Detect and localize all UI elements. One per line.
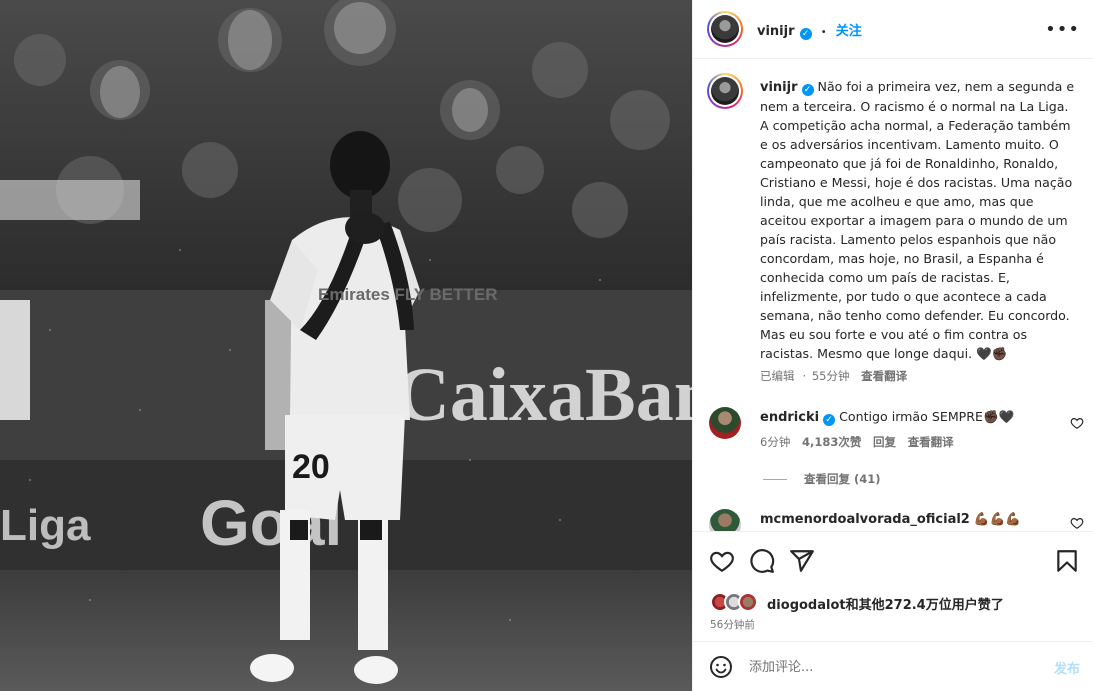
header-separator: • — [820, 27, 827, 38]
more-options-icon[interactable]: ••• — [1045, 19, 1080, 40]
commenter-username[interactable]: endricki — [760, 410, 819, 425]
verified-badge-icon: ✓ — [801, 84, 814, 96]
comment-input[interactable] — [749, 655, 1029, 679]
verified-badge-icon: ✓ — [799, 28, 812, 40]
author-avatar[interactable] — [707, 11, 743, 47]
commenter-avatar[interactable] — [709, 407, 741, 439]
heart-icon[interactable] — [709, 548, 735, 574]
comment-icon[interactable] — [749, 548, 775, 574]
header-username[interactable]: vinijr — [757, 24, 795, 39]
comment-text: 💪🏾💪🏾💪🏾 — [973, 511, 1021, 526]
comment-like-heart-icon[interactable] — [1070, 416, 1084, 430]
emoji-icon[interactable] — [709, 655, 733, 679]
post-header: vinijr ✓ • 关注 ••• — [693, 0, 1093, 59]
jersey-sponsor: Emirates FLY BETTER — [318, 285, 498, 304]
share-icon[interactable] — [789, 548, 815, 574]
banner-caixabank: CaixaBank — [395, 353, 692, 437]
post-detail-panel: vinijr ✓ • 关注 ••• vinijr ✓ Não foi a pri… — [692, 0, 1093, 691]
liker-avatar — [738, 592, 758, 612]
caption-text: Não foi a primeira vez, nem a segunda e … — [760, 79, 1075, 361]
post-comment-button[interactable]: 发布 — [1054, 658, 1080, 677]
commenter-username[interactable]: mcmenordoalvorada_oficial2 — [760, 512, 970, 527]
replies-divider — [763, 479, 787, 480]
post-photo: CaixaBank Liga Goal Emirates FLY BETTER … — [0, 0, 692, 691]
post-time[interactable]: 56分钟前 — [710, 617, 755, 632]
caption-translate-link[interactable]: 查看翻译 — [861, 369, 907, 383]
add-comment-bar: 发布 — [693, 641, 1093, 691]
verified-badge-icon: ✓ — [823, 414, 836, 426]
photo-illustration: CaixaBank Liga Goal Emirates FLY BETTER … — [0, 0, 692, 691]
likes-text[interactable]: diogodalot和其他272.4万位用户赞了 — [767, 594, 1004, 613]
banner-liga: Liga — [0, 501, 91, 550]
view-replies-button[interactable]: 查看回复 (41) — [804, 471, 881, 487]
caption-edited: 已编辑 — [760, 369, 795, 383]
comment-like-count[interactable]: 4,183次赞 — [802, 435, 861, 449]
caption-author-avatar[interactable] — [707, 73, 743, 109]
caption-block: vinijr ✓ Não foi a primeira vez, nem a s… — [760, 79, 1075, 383]
comments-scroll-area[interactable]: vinijr ✓ Não foi a primeira vez, nem a s… — [693, 60, 1093, 531]
follow-button[interactable]: 关注 — [836, 24, 862, 39]
commenter-avatar[interactable] — [709, 509, 741, 531]
caption-time[interactable]: 55分钟 — [812, 369, 850, 383]
shorts-number: 20 — [292, 448, 330, 486]
comment-like-heart-icon[interactable] — [1070, 516, 1084, 530]
comment-time[interactable]: 6分钟 — [760, 435, 790, 449]
caption-username[interactable]: vinijr — [760, 80, 798, 95]
post-actions: diogodalot和其他272.4万位用户赞了 56分钟前 — [693, 531, 1093, 641]
comment-text: Contigo irmão SEMPRE✊🏿🖤 — [839, 409, 1015, 424]
bookmark-icon[interactable] — [1054, 548, 1080, 574]
comment-reply-button[interactable]: 回复 — [873, 435, 896, 449]
comment-translate-link[interactable]: 查看翻译 — [908, 435, 954, 449]
